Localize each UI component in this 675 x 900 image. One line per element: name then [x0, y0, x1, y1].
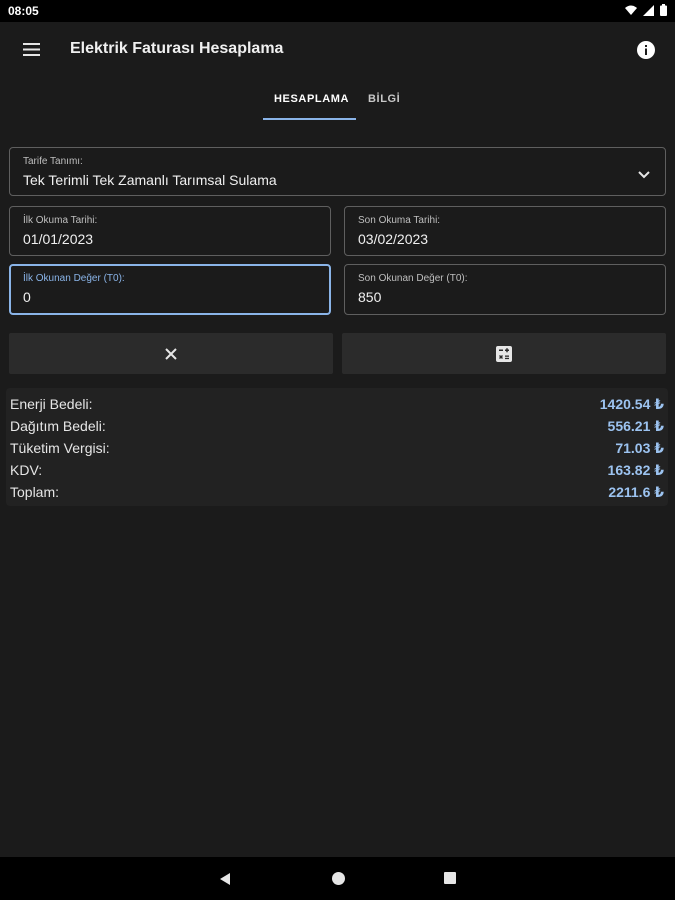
status-bar: 08:05	[0, 0, 675, 22]
tab-bilgi[interactable]: BİLGİ	[368, 93, 400, 105]
vat-value: 163.82 ₺	[607, 462, 664, 478]
info-icon	[637, 41, 655, 59]
tab-bar: HESAPLAMA BİLGİ	[0, 78, 675, 122]
result-row: Toplam: 2211.6 ₺	[10, 484, 664, 506]
back-icon[interactable]	[218, 871, 232, 887]
tab-hesaplama[interactable]: HESAPLAMA	[274, 93, 349, 105]
signal-icon	[643, 4, 654, 16]
last-read-value-field[interactable]: Son Okunan Değer (T0): 850	[344, 264, 666, 315]
last-read-value-label: Son Okunan Değer (T0):	[358, 273, 468, 284]
first-read-value-input[interactable]: 0	[23, 289, 31, 305]
battery-icon	[660, 4, 667, 16]
tariff-value: Tek Terimli Tek Zamanlı Tarımsal Sulama	[23, 172, 277, 188]
calculate-button[interactable]	[342, 333, 666, 374]
recents-icon[interactable]	[443, 871, 457, 885]
first-read-date-field[interactable]: İlk Okuma Tarihi: 01/01/2023	[9, 206, 331, 256]
first-read-date-label: İlk Okuma Tarihi:	[23, 215, 98, 226]
distribution-cost-value: 556.21 ₺	[607, 418, 664, 434]
active-tab-indicator	[263, 118, 356, 120]
app-bar: Elektrik Faturası Hesaplama	[0, 22, 675, 78]
status-icons	[625, 4, 667, 16]
app-title: Elektrik Faturası Hesaplama	[70, 40, 284, 57]
tariff-label: Tarife Tanımı:	[23, 156, 83, 167]
distribution-cost-label: Dağıtım Bedeli:	[10, 418, 106, 434]
calculator-icon	[496, 345, 512, 362]
hamburger-menu-icon	[23, 43, 40, 56]
last-read-date-value: 03/02/2023	[358, 231, 429, 247]
navigation-bar	[0, 857, 675, 900]
first-read-value-field[interactable]: İlk Okunan Değer (T0): 0	[9, 264, 331, 315]
result-row: KDV: 163.82 ₺	[10, 462, 664, 484]
consumption-tax-value: 71.03 ₺	[615, 440, 664, 456]
close-icon	[165, 347, 177, 360]
consumption-tax-label: Tüketim Vergisi:	[10, 440, 110, 456]
menu-button[interactable]	[20, 40, 44, 60]
total-value: 2211.6 ₺	[608, 484, 664, 500]
last-read-date-label: Son Okuma Tarihi:	[358, 215, 441, 226]
result-row: Dağıtım Bedeli: 556.21 ₺	[10, 418, 664, 440]
last-read-value-input[interactable]: 850	[358, 289, 381, 305]
first-read-date-value: 01/01/2023	[23, 231, 94, 247]
wifi-icon	[625, 5, 637, 15]
results-panel: Enerji Bedeli: 1420.54 ₺ Dağıtım Bedeli:…	[6, 388, 668, 506]
chevron-down-icon	[638, 171, 650, 179]
energy-cost-value: 1420.54 ₺	[599, 396, 664, 412]
home-icon[interactable]	[331, 871, 346, 886]
energy-cost-label: Enerji Bedeli:	[10, 396, 93, 412]
result-row: Tüketim Vergisi: 71.03 ₺	[10, 440, 664, 462]
vat-label: KDV:	[10, 462, 43, 478]
first-read-value-label: İlk Okunan Değer (T0):	[23, 273, 125, 284]
tariff-dropdown[interactable]: Tarife Tanımı: Tek Terimli Tek Zamanlı T…	[9, 147, 666, 196]
total-label: Toplam:	[10, 484, 60, 500]
result-row: Enerji Bedeli: 1420.54 ₺	[10, 396, 664, 418]
info-button[interactable]	[635, 39, 657, 61]
last-read-date-field[interactable]: Son Okuma Tarihi: 03/02/2023	[344, 206, 666, 256]
status-time: 08:05	[8, 4, 39, 18]
clear-button[interactable]	[9, 333, 333, 374]
